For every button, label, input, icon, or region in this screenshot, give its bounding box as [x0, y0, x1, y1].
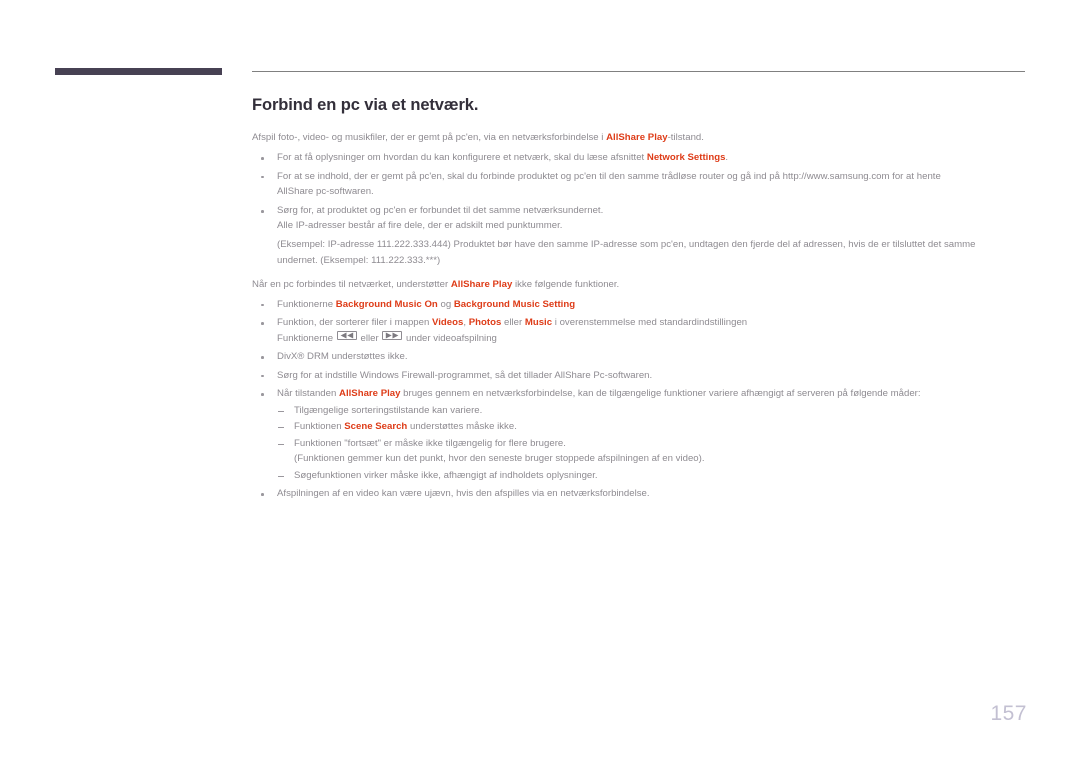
bullet-bgm-text-before: Funktionerne — [277, 298, 336, 310]
list-item: DivX® DRM understøttes ikke. — [252, 349, 1030, 365]
sub-bullet-scene-text-before: Funktionen — [294, 421, 345, 433]
bullet-sort-accent-videos: Videos — [432, 317, 464, 329]
intro2-accent-allshare-play: AllShare Play — [450, 279, 513, 291]
list-item: Sørg for at indstille Windows Firewall-p… — [252, 368, 1030, 384]
bullet-1-text-before: For at få oplysninger om hvordan du kan … — [277, 152, 647, 164]
bullet-divx-text: DivX® DRM understøttes ikke. — [277, 351, 408, 363]
list-item: Funktionen Scene Search understøttes mås… — [277, 419, 1030, 435]
intro2-text-before: Når en pc forbindes til netværket, under… — [252, 279, 451, 291]
bullet-sort-line2-before: Funktionerne — [277, 332, 336, 344]
bullet-sort-line2-after: under videoafspilning — [403, 332, 497, 344]
sub-bullet-scene-text-after: understøttes måske ikke. — [407, 421, 517, 433]
header-accent-bar — [55, 68, 222, 75]
page-title: Forbind en pc via et netværk. — [252, 96, 479, 114]
page-number: 157 — [990, 702, 1027, 725]
bullet-list-sub: Tilgængelige sorteringstilstande kan var… — [277, 403, 1030, 484]
lead-paragraph: Afspil foto-, video- og musikfiler, der … — [252, 130, 1030, 146]
bullet-network-accent-allshare-play: AllShare Play — [339, 388, 401, 400]
bullet-sort-text-after: i overenstemmelse med standardindstillin… — [552, 317, 748, 329]
list-item: Sørg for, at produktet og pc'en er forbu… — [252, 203, 1030, 268]
sub-bullet-resume-text: Funktionen "fortsæt" er måske ikke tilgæ… — [294, 437, 566, 449]
bullet-2-text: For at se indhold, der er gemt på pc'en,… — [277, 170, 941, 182]
list-item: Funktion, der sorterer filer i mappen Vi… — [252, 315, 1030, 346]
body-copy: Afspil foto-, video- og musikfiler, der … — [252, 130, 1030, 502]
bullet-sort-sep-2: eller — [501, 317, 525, 329]
bullet-3-line4: undernet. (Eksempel: 111.222.333.***) — [277, 254, 441, 266]
bullet-playback-text: Afspilningen af en video kan være ujævn,… — [277, 488, 650, 500]
list-item: Afspilningen af en video kan være ujævn,… — [252, 486, 1030, 502]
bullet-1-text-after: . — [725, 152, 729, 164]
lead-accent-allshare-play: AllShare Play — [606, 131, 668, 143]
bullet-bgm-accent-background-music-on: Background Music On — [335, 298, 438, 310]
bullet-2-line2: AllShare pc-softwaren. — [277, 186, 374, 198]
list-item: Tilgængelige sorteringstilstande kan var… — [277, 403, 1030, 419]
list-item: For at få oplysninger om hvordan du kan … — [252, 150, 1030, 166]
list-item: Funktionen "fortsæt" er måske ikke tilgæ… — [277, 436, 1030, 467]
lead-text-before: Afspil foto-, video- og musikfiler, der … — [252, 131, 607, 143]
bullet-3-line3: (Eksempel: IP-adresse 111.222.333.444) P… — [277, 238, 976, 250]
bullet-3-line2: Alle IP-adresser består af fire dele, de… — [277, 220, 563, 232]
rewind-icon — [336, 330, 357, 340]
bullet-sort-accent-music: Music — [524, 317, 553, 329]
bullet-sort-text-before: Funktion, der sorterer filer i mappen — [277, 317, 433, 329]
bullet-network-text-before: Når tilstanden — [277, 388, 340, 400]
secondary-intro-paragraph: Når en pc forbindes til netværket, under… — [252, 277, 1030, 293]
sub-bullet-search-text: Søgefunktionen virker måske ikke, afhæng… — [294, 469, 598, 481]
bullet-firewall-text: Sørg for at indstille Windows Firewall-p… — [277, 369, 653, 381]
bullet-sort-line2-middle: eller — [357, 332, 382, 344]
header-horizontal-rule — [252, 71, 1025, 72]
bullet-list-secondary: Funktionerne Background Music On og Back… — [252, 297, 1030, 502]
bullet-3-text: Sørg for, at produktet og pc'en er forbu… — [277, 204, 604, 216]
bullet-bgm-accent-background-music-setting: Background Music Setting — [453, 298, 576, 310]
bullet-bgm-text-middle: og — [437, 298, 454, 310]
bullet-list-primary: For at få oplysninger om hvordan du kan … — [252, 150, 1030, 268]
list-item: For at se indhold, der er gemt på pc'en,… — [252, 169, 1030, 200]
lead-text-after: -tilstand. — [667, 131, 704, 143]
page-content: Forbind en pc via et netværk. Afspil fot… — [252, 96, 1030, 505]
fast-forward-icon — [382, 330, 403, 340]
sub-bullet-sorting-text: Tilgængelige sorteringstilstande kan var… — [294, 404, 483, 416]
bullet-network-text-after: bruges gennem en netværksforbindelse, ka… — [400, 388, 921, 400]
bullet-sort-line2: Funktionerne eller under videoafspilning — [277, 330, 1030, 347]
bullet-1-accent-network-settings: Network Settings — [646, 152, 726, 164]
sub-bullet-accent-scene-search: Scene Search — [344, 421, 408, 433]
list-item: Når tilstanden AllShare Play bruges genn… — [252, 386, 1030, 483]
intro2-text-after: ikke følgende funktioner. — [512, 279, 620, 291]
bullet-sort-accent-photos: Photos — [468, 317, 502, 329]
list-item: Funktionerne Background Music On og Back… — [252, 297, 1030, 313]
list-item: Søgefunktionen virker måske ikke, afhæng… — [277, 468, 1030, 484]
sub-bullet-resume-line2: (Funktionen gemmer kun det punkt, hvor d… — [294, 453, 705, 465]
